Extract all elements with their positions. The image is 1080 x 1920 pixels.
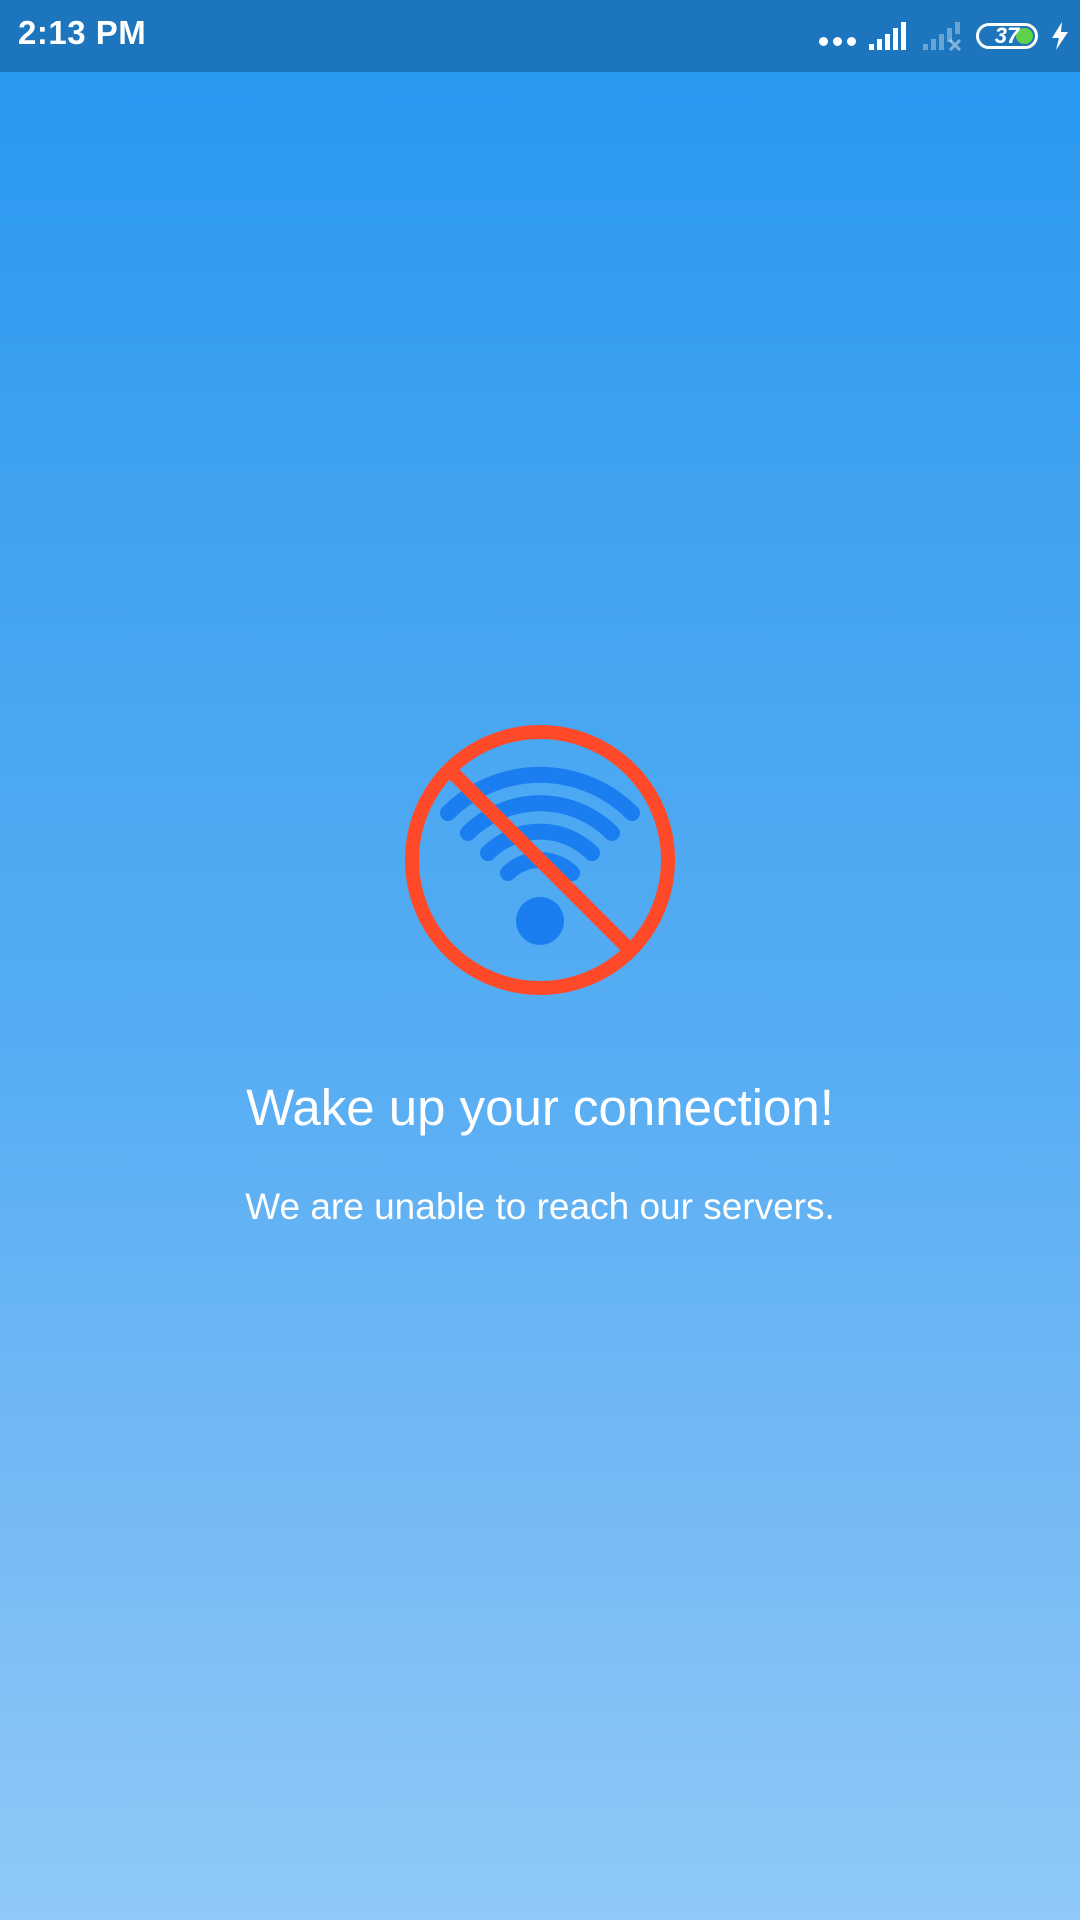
more-dots-icon: [814, 18, 856, 54]
error-title: Wake up your connection!: [246, 1079, 834, 1136]
charging-icon: [1052, 22, 1068, 50]
error-message: We are unable to reach our servers.: [245, 1186, 835, 1227]
no-signal-icon: [923, 22, 962, 52]
status-bar: 2:13 PM 37: [0, 0, 1080, 72]
battery-level: 37: [994, 23, 1020, 48]
status-time: 2:13 PM: [18, 14, 147, 51]
no-wifi-icon: [405, 725, 675, 995]
battery-icon: 37: [976, 23, 1038, 49]
status-icons: 37: [802, 18, 1070, 54]
signal-icon: [869, 22, 906, 50]
